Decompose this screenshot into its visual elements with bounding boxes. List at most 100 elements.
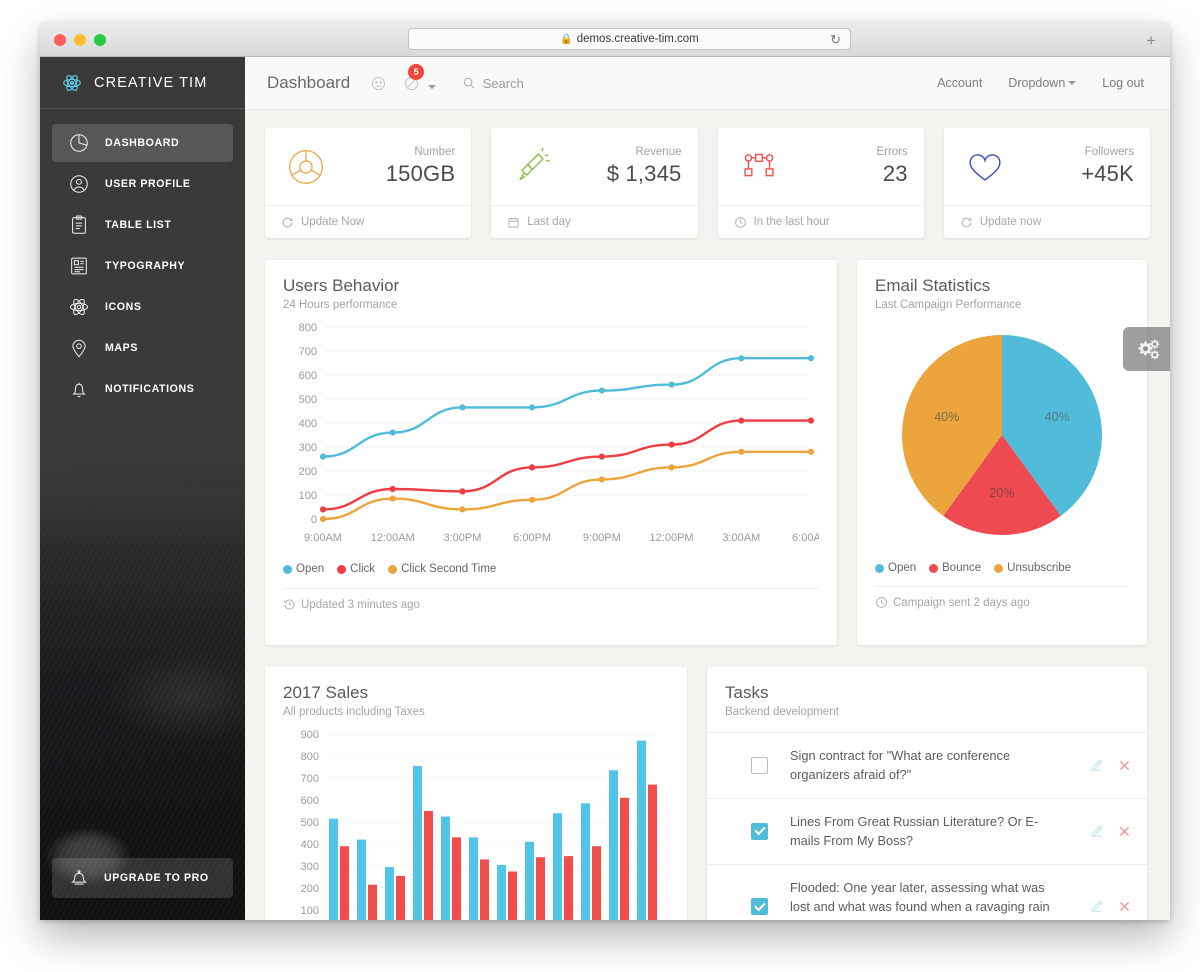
users-behavior-card: Users Behavior 24 Hours performance 0 100… <box>265 260 837 645</box>
task-checkbox[interactable] <box>751 898 768 916</box>
stat-card-errors: Errors 23 In the last hour <box>717 128 924 238</box>
stat-footer[interactable]: In the last hour <box>717 205 924 238</box>
legend-label: Click <box>350 563 376 575</box>
sidebar-item-user-profile[interactable]: USER PROFILE <box>52 165 233 203</box>
svg-text:3:00AM: 3:00AM <box>722 532 760 544</box>
clipboard-icon <box>68 214 90 236</box>
sidebar-item-dashboard[interactable]: DASHBOARD <box>52 124 233 162</box>
edit-icon[interactable] <box>1089 758 1104 773</box>
search-input[interactable]: Search <box>462 76 524 91</box>
stat-footer[interactable]: Last day <box>491 205 698 238</box>
gears-icon <box>1134 337 1160 361</box>
card-subtitle: All products including Taxes <box>283 706 425 718</box>
legend-label: Click Second Time <box>401 563 497 575</box>
sidebar-item-table-list[interactable]: TABLE LIST <box>52 206 233 244</box>
stat-footer-label: Update Now <box>301 216 365 228</box>
chevron-down-icon[interactable] <box>427 85 436 90</box>
task-label: Flooded: One year later, assessing what … <box>790 879 1050 920</box>
users-behavior-line-chart: 0 100 200 300 400 500 600 700 800 9:00AM 12:00AM 3:… <box>299 322 819 544</box>
edit-icon[interactable] <box>1089 824 1104 839</box>
legend-label: Bounce <box>942 562 982 574</box>
svg-text:700: 700 <box>301 773 319 785</box>
legend-label: Unsubscribe <box>1007 562 1072 574</box>
main-area: Dashboard 5 Search Account Dropdown Log … <box>245 57 1170 920</box>
atom-logo-icon <box>62 73 82 93</box>
stat-value: $ 1,345 <box>606 161 682 186</box>
stat-footer-label: Update now <box>979 216 1042 228</box>
window-controls <box>54 34 106 46</box>
close-window-button[interactable] <box>54 34 66 46</box>
svg-text:900: 900 <box>301 729 319 741</box>
stat-label: Followers <box>1084 146 1134 158</box>
stat-footer[interactable]: Update now <box>943 205 1150 238</box>
task-actions <box>1089 824 1131 839</box>
stat-value: 23 <box>882 161 908 186</box>
legend-label: Open <box>888 562 917 574</box>
maximize-window-button[interactable] <box>94 34 106 46</box>
svg-text:6:00AM: 6:00AM <box>792 532 819 544</box>
atom-icon <box>68 296 90 318</box>
close-icon[interactable] <box>1118 759 1131 772</box>
brand[interactable]: CREATIVE TIM <box>40 57 245 109</box>
donut-chart-icon <box>283 144 329 190</box>
notifications-icon[interactable]: 5 <box>403 63 436 92</box>
address-bar[interactable]: 🔒 demos.creative-tim.com ↻ <box>408 28 851 50</box>
card-footer: Updated 3 minutes ago <box>283 588 819 611</box>
task-checkbox[interactable] <box>751 756 768 774</box>
sales-card: 2017 Sales All products including Taxes … <box>265 667 687 920</box>
minimize-window-button[interactable] <box>74 34 86 46</box>
legend-item: Click <box>337 563 375 575</box>
stat-card-body: Revenue $ 1,345 <box>491 128 697 205</box>
bell-alt-icon <box>68 867 90 889</box>
brand-label: CREATIVE TIM <box>94 74 208 91</box>
clock-icon <box>734 216 747 229</box>
tasks-card: Tasks Backend development Sign contract … <box>707 667 1147 920</box>
stat-card-body: Followers +45K <box>944 128 1150 205</box>
user-circle-icon <box>68 173 90 195</box>
close-icon[interactable] <box>1118 825 1131 838</box>
sidebar-item-label: USER PROFILE <box>105 178 191 190</box>
card-title: 2017 Sales <box>283 683 369 702</box>
stat-footer-label: In the last hour <box>753 216 830 228</box>
new-tab-button[interactable]: + <box>1146 32 1156 49</box>
close-icon[interactable] <box>1118 900 1131 913</box>
grid-icon[interactable] <box>370 75 387 92</box>
refresh-icon <box>281 216 294 229</box>
reload-icon[interactable]: ↻ <box>830 32 841 48</box>
settings-fab-button[interactable] <box>1123 327 1170 371</box>
card-subtitle: 24 Hours performance <box>283 299 398 311</box>
card-footer-label: Campaign sent 2 days ago <box>893 596 1030 609</box>
sidebar-item-typography[interactable]: TYPOGRAPHY <box>52 247 233 285</box>
logout-link[interactable]: Log out <box>1102 76 1144 90</box>
card-footer-label: Updated 3 minutes ago <box>301 598 420 611</box>
sidebar-item-maps[interactable]: MAPS <box>52 329 233 367</box>
legend-item: Click Second Time <box>388 563 496 575</box>
card-title: Tasks <box>725 683 769 702</box>
sidebar-item-icons[interactable]: ICONS <box>52 288 233 326</box>
task-checkbox[interactable] <box>751 822 768 840</box>
stat-value: +45K <box>1081 161 1134 186</box>
svg-text:200: 200 <box>301 883 319 895</box>
edit-icon[interactable] <box>1089 899 1104 914</box>
stat-card-body: Errors 23 <box>718 128 924 205</box>
upgrade-to-pro-button[interactable]: UPGRADE TO PRO <box>52 858 233 898</box>
sidebar-item-label: NOTIFICATIONS <box>105 383 195 395</box>
clock-icon <box>875 596 888 609</box>
dashboard-content: Number 150GB Update Now Revenue $ 1,345 … <box>245 110 1170 920</box>
top-navbar: Dashboard 5 Search Account Dropdown Log … <box>245 57 1170 110</box>
legend-color-dot <box>337 564 347 574</box>
sidebar-item-label: MAPS <box>105 342 139 354</box>
dropdown-link[interactable]: Dropdown <box>1008 76 1077 90</box>
stat-footer[interactable]: Update Now <box>265 205 472 238</box>
legend-color-dot <box>994 563 1004 573</box>
task-label: Sign contract for "What are conference o… <box>790 748 1011 783</box>
sidebar-item-notifications[interactable]: NOTIFICATIONS <box>52 370 233 408</box>
legend-color-dot <box>283 564 292 574</box>
svg-text:300: 300 <box>299 442 317 454</box>
megaphone-icon <box>509 144 555 190</box>
task-row: Flooded: One year later, assessing what … <box>707 863 1147 920</box>
account-link[interactable]: Account <box>937 76 982 90</box>
svg-text:400: 400 <box>301 839 319 851</box>
stat-values: Followers +45K <box>1081 146 1134 187</box>
stat-value: 150GB <box>385 161 456 186</box>
